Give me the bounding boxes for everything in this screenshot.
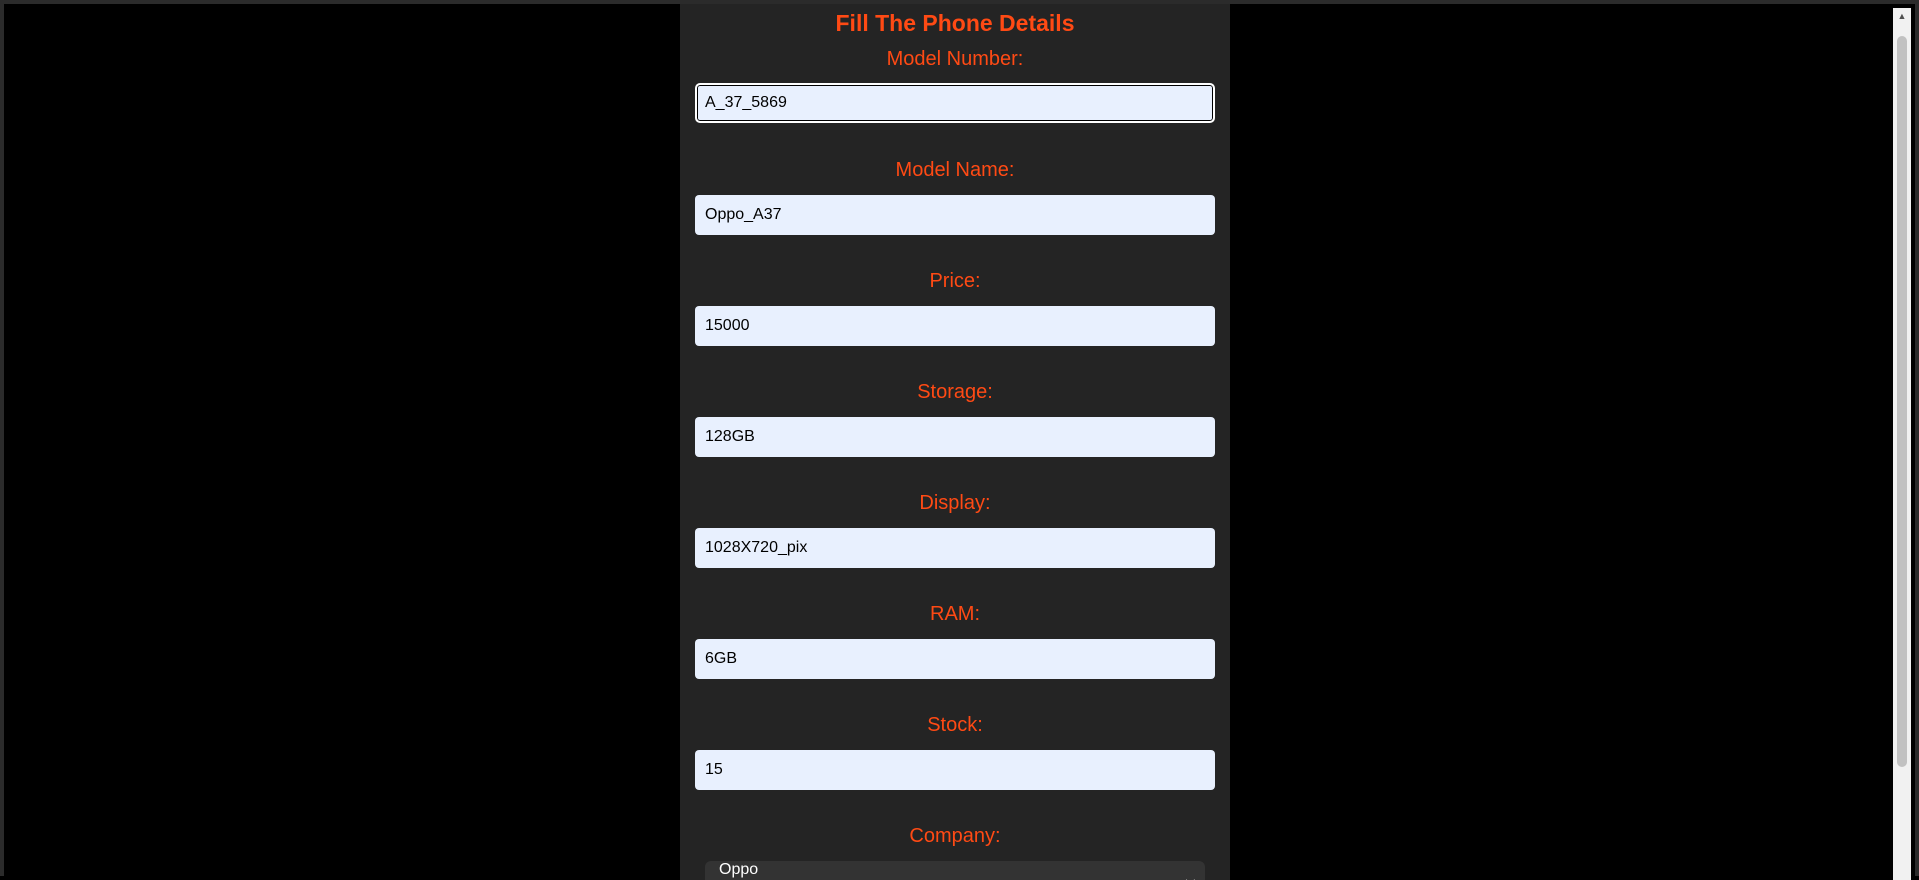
model-name-input[interactable] <box>695 195 1215 235</box>
company-select-value: Oppo <box>719 861 759 878</box>
price-label: Price: <box>929 270 981 292</box>
scroll-thumb[interactable] <box>1897 36 1907 767</box>
display-label: Display: <box>919 492 991 514</box>
arrow-up-icon[interactable]: ▲ <box>1893 8 1911 25</box>
company-select[interactable]: Oppo ⌵ <box>705 861 1205 880</box>
chevron-down-icon: ⌵ <box>1185 873 1195 880</box>
form-title: Fill The Phone Details <box>835 10 1075 36</box>
ram-label: RAM: <box>930 603 980 625</box>
storage-input[interactable] <box>695 417 1215 457</box>
ram-input[interactable] <box>695 639 1215 679</box>
company-label: Company: <box>909 825 1001 847</box>
model-number-input[interactable] <box>695 83 1215 123</box>
model-number-label: Model Number: <box>886 48 1024 70</box>
storage-label: Storage: <box>917 381 993 403</box>
browser-viewport: Fill The Phone Details Model Number: Mod… <box>0 0 1919 880</box>
stock-label: Stock: <box>927 714 983 736</box>
display-input[interactable] <box>695 528 1215 568</box>
model-name-label: Model Name: <box>895 159 1015 181</box>
vertical-scrollbar[interactable]: ▲ <box>1893 8 1911 880</box>
phone-details-form: Fill The Phone Details Model Number: Mod… <box>680 4 1230 880</box>
stock-input[interactable] <box>695 750 1215 790</box>
price-input[interactable] <box>695 306 1215 346</box>
